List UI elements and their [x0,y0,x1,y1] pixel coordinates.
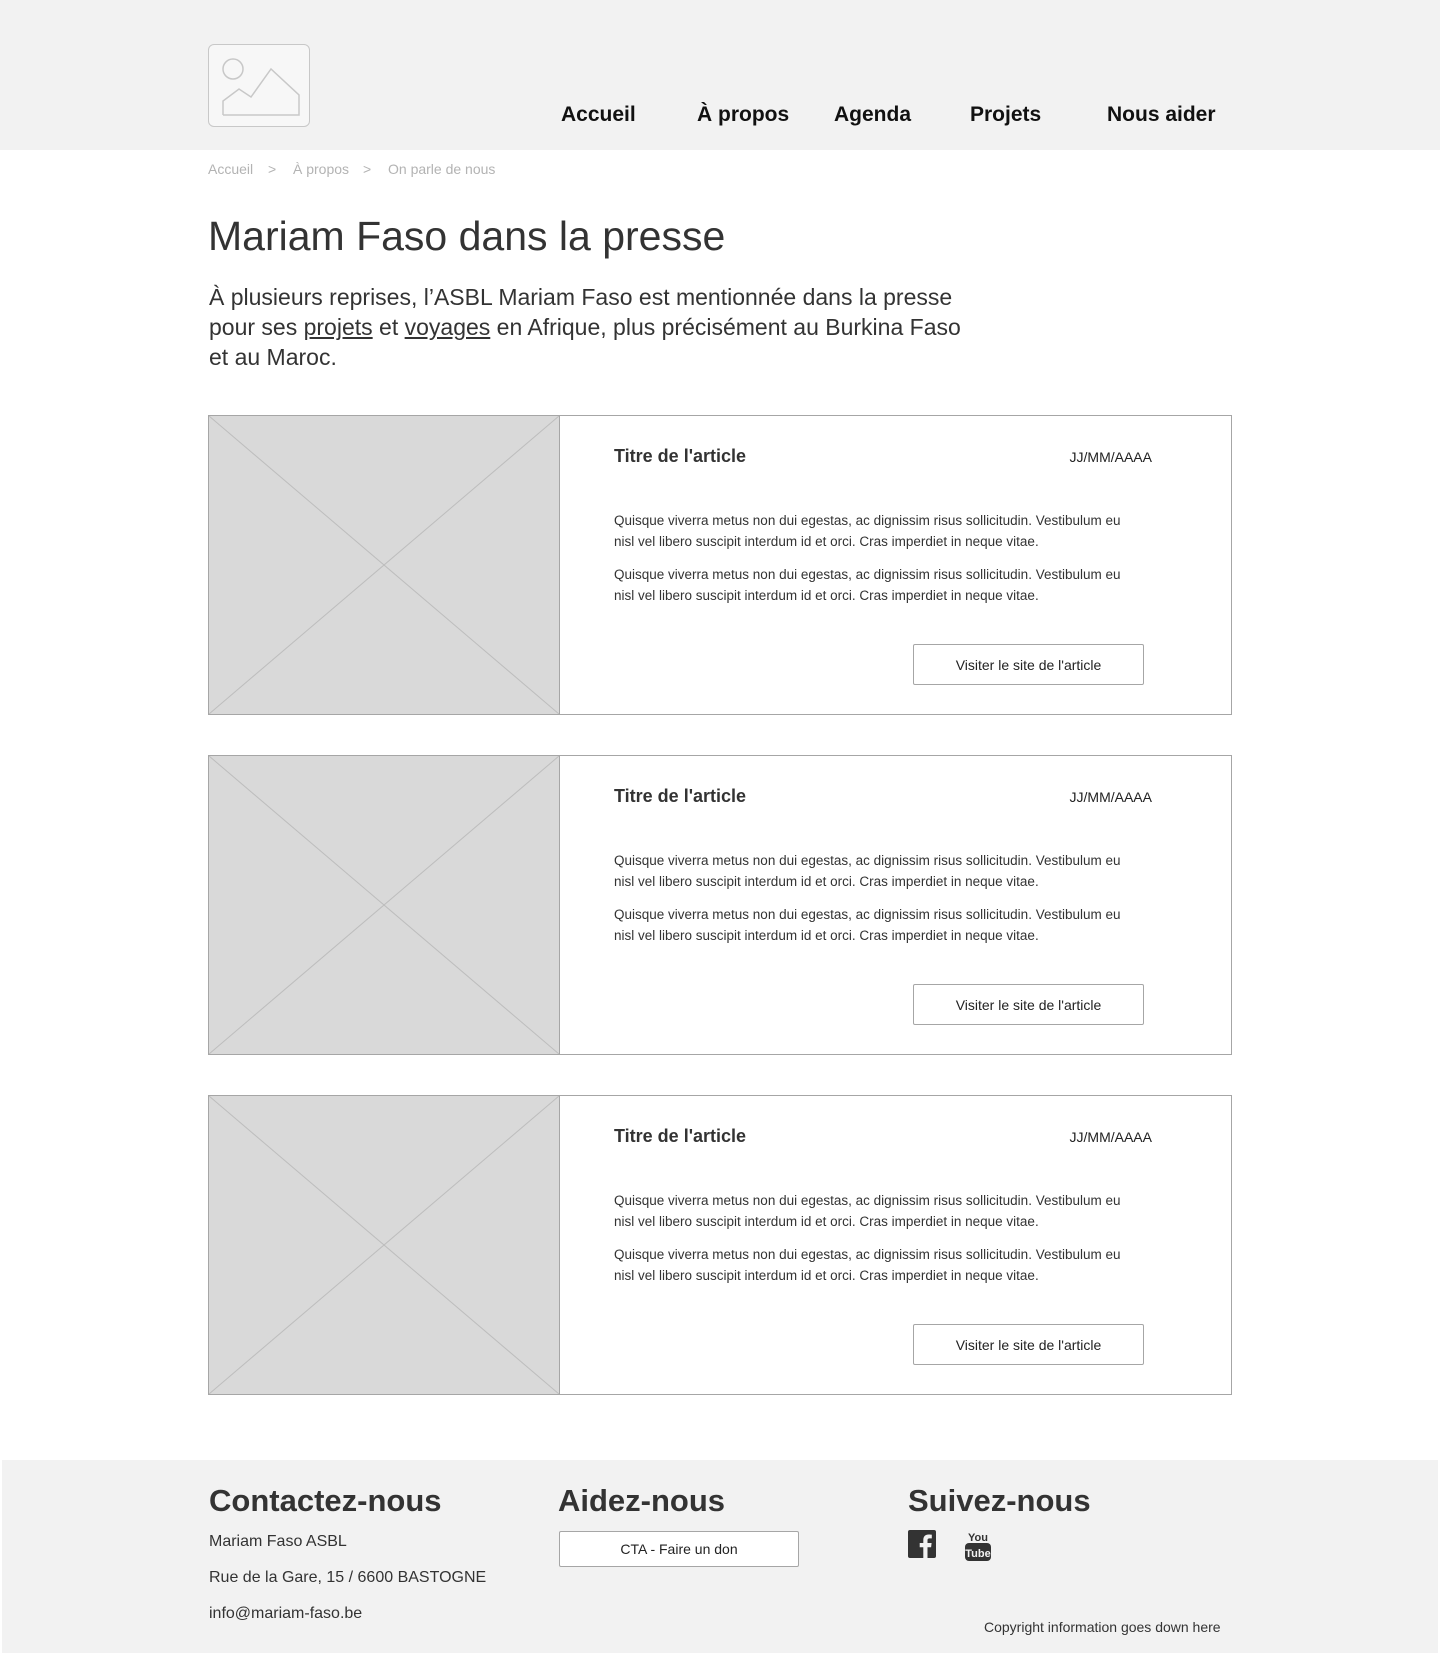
nav-item-projets[interactable]: Projets [970,103,1041,127]
article-card: Titre de l'article JJ/MM/AAAA Quisque vi… [208,1095,1232,1395]
article-date: JJ/MM/AAAA [1069,449,1152,465]
youtube-icon[interactable]: You Tube [964,1530,992,1567]
article-paragraph: Quisque viverra metus non dui egestas, a… [614,1193,1121,1229]
logo-placeholder-icon[interactable] [208,44,310,127]
visit-article-button[interactable]: Visiter le site de l'article [913,984,1144,1025]
site-header [0,0,1440,150]
contact-name: Mariam Faso ASBL [209,1533,347,1550]
link-projets[interactable]: projets [304,314,373,340]
contact-heading: Contactez-nous [209,1483,442,1518]
breadcrumb-item-a-propos[interactable]: À propos [293,161,349,177]
help-heading: Aidez-nous [558,1483,726,1518]
article-title: Titre de l'article [614,786,747,806]
article-paragraph: Quisque viverra metus non dui egestas, a… [614,853,1121,889]
article-date: JJ/MM/AAAA [1069,1129,1152,1145]
article-image-placeholder [209,1096,560,1394]
article-paragraph: Quisque viverra metus non dui egestas, a… [614,513,1121,549]
article-paragraph: Quisque viverra metus non dui egestas, a… [614,907,1121,943]
nav-item-agenda[interactable]: Agenda [834,103,911,127]
breadcrumb-item-current: On parle de nous [388,161,496,177]
copyright-text: Copyright information goes down here [984,1619,1221,1635]
breadcrumb-separator: > [268,161,277,177]
facebook-icon[interactable] [908,1530,936,1563]
article-date: JJ/MM/AAAA [1069,789,1152,805]
nav-item-nous-aider[interactable]: Nous aider [1107,103,1216,127]
article-card: Titre de l'article JJ/MM/AAAA Quisque vi… [208,755,1232,1055]
contact-address: Rue de la Gare, 15 / 6600 BASTOGNE [209,1569,487,1586]
nav-item-a-propos[interactable]: À propos [697,103,789,127]
article-image-placeholder [209,416,560,714]
svg-text:Tube: Tube [965,1548,990,1560]
intro-text: À plusieurs reprises, l’ASBL Mariam Faso… [209,282,969,372]
article-paragraph: Quisque viverra metus non dui egestas, a… [614,567,1121,603]
nav-item-accueil[interactable]: Accueil [561,103,636,127]
svg-text:You: You [968,1532,988,1544]
breadcrumb-separator: > [363,161,372,177]
article-title: Titre de l'article [614,1126,747,1146]
donate-button[interactable]: CTA - Faire un don [559,1531,799,1567]
follow-heading: Suivez-nous [908,1483,1091,1518]
visit-article-button[interactable]: Visiter le site de l'article [913,1324,1144,1365]
article-title: Titre de l'article [614,446,747,466]
page-title: Mariam Faso dans la presse [208,213,726,259]
intro-text-part: et [372,314,405,340]
contact-email-link[interactable]: info@mariam-faso.be [209,1605,362,1623]
breadcrumb-item-accueil[interactable]: Accueil [208,161,253,177]
article-image-placeholder [209,756,560,1054]
article-paragraph: Quisque viverra metus non dui egestas, a… [614,1247,1121,1283]
visit-article-button[interactable]: Visiter le site de l'article [913,644,1144,685]
article-card: Titre de l'article JJ/MM/AAAA Quisque vi… [208,415,1232,715]
link-voyages[interactable]: voyages [405,314,491,340]
